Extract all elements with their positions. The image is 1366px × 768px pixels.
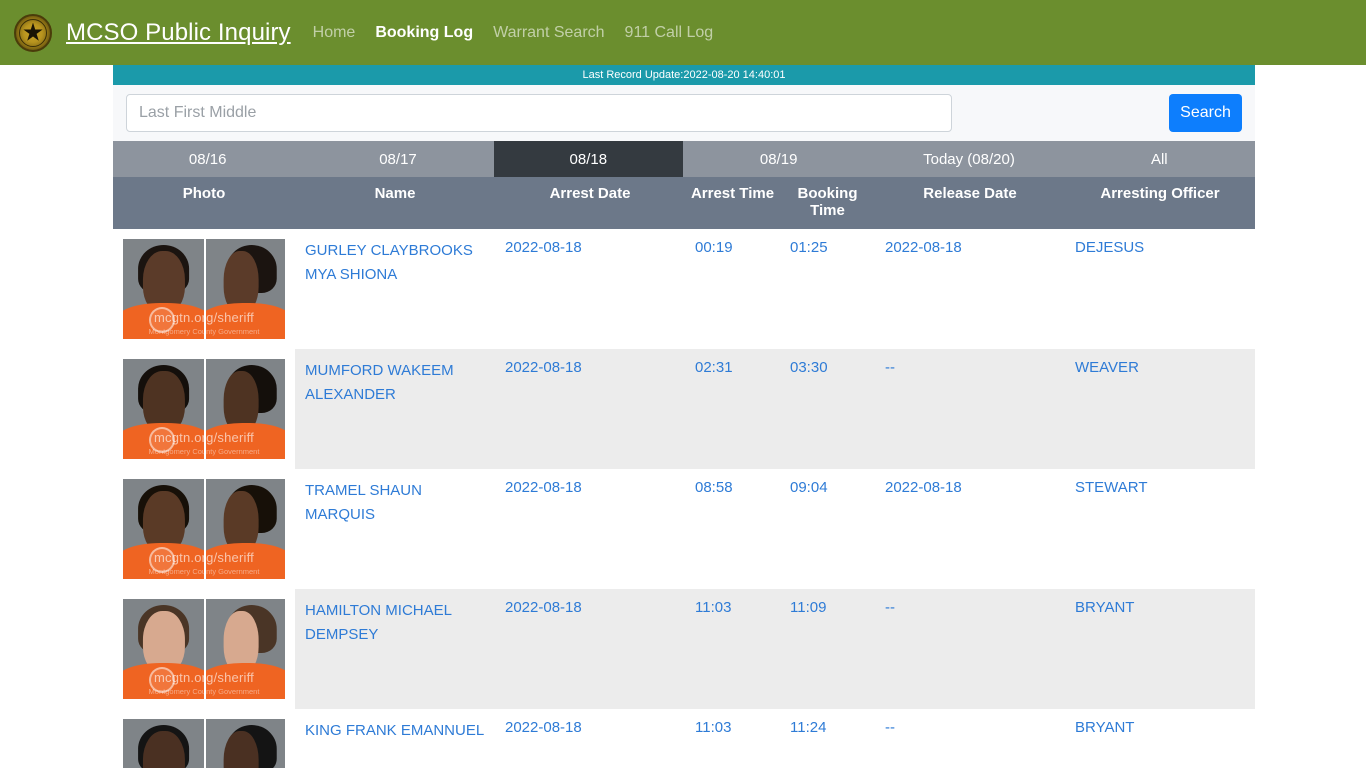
nav-link-warrant-search[interactable]: Warrant Search bbox=[493, 24, 604, 42]
column-header-name[interactable]: Name bbox=[295, 177, 495, 229]
inmate-name-link[interactable]: HAMILTON MICHAEL DEMPSEY bbox=[305, 599, 487, 647]
cell-arrest-time: 11:03 bbox=[685, 589, 780, 709]
cell-name[interactable]: GURLEY CLAYBROOKS MYA SHIONA bbox=[295, 229, 495, 349]
cell-arresting-officer: STEWART bbox=[1065, 469, 1255, 589]
column-header-photo[interactable]: Photo bbox=[113, 177, 295, 229]
cell-arresting-officer: WEAVER bbox=[1065, 349, 1255, 469]
table-row[interactable]: mcgtn.org/sheriff Montgomery County Gove… bbox=[113, 349, 1255, 469]
table-body: mcgtn.org/sheriff Montgomery County Gove… bbox=[113, 229, 1255, 768]
mugshot-image[interactable]: mcgtn.org/sheriff Montgomery County Gove… bbox=[123, 239, 285, 339]
mugshot-profile bbox=[204, 479, 285, 579]
nav-link-booking-log[interactable]: Booking Log bbox=[375, 24, 473, 42]
cell-photo[interactable]: mcgtn.org/sheriff Montgomery County Gove… bbox=[113, 589, 295, 709]
inmate-name-link[interactable]: GURLEY CLAYBROOKS MYA SHIONA bbox=[305, 239, 487, 287]
inmate-name-link[interactable]: MUMFORD WAKEEM ALEXANDER bbox=[305, 359, 487, 407]
mugshot-profile bbox=[204, 719, 285, 768]
mugshot-image[interactable]: mcgtn.org/sheriff Montgomery County Gove… bbox=[123, 719, 285, 768]
cell-booking-time: 09:04 bbox=[780, 469, 875, 589]
seal-icon bbox=[148, 307, 175, 333]
column-header-arrest-date[interactable]: Arrest Date bbox=[495, 177, 685, 229]
mugshot-profile bbox=[204, 599, 285, 699]
table-row[interactable]: mcgtn.org/sheriff Montgomery County Gove… bbox=[113, 469, 1255, 589]
search-input[interactable] bbox=[126, 94, 952, 132]
cell-booking-time: 03:30 bbox=[780, 349, 875, 469]
mugshot-image[interactable]: mcgtn.org/sheriff Montgomery County Gove… bbox=[123, 479, 285, 579]
mugshot-image[interactable]: mcgtn.org/sheriff Montgomery County Gove… bbox=[123, 599, 285, 699]
cell-release-date: -- bbox=[875, 709, 1065, 768]
cell-arrest-time: 02:31 bbox=[685, 349, 780, 469]
jumpsuit-shape bbox=[206, 543, 285, 579]
cell-arrest-date: 2022-08-18 bbox=[495, 709, 685, 768]
search-form: Search bbox=[113, 85, 1255, 141]
table-header: Photo Name Arrest Date Arrest Time Booki… bbox=[113, 177, 1255, 229]
cell-arrest-time: 00:19 bbox=[685, 229, 780, 349]
last-record-update-bar: Last Record Update:2022-08-20 14:40:01 bbox=[113, 65, 1255, 85]
jumpsuit-shape bbox=[206, 303, 285, 339]
brand-title[interactable]: MCSO Public Inquiry bbox=[66, 19, 291, 47]
cell-arrest-date: 2022-08-18 bbox=[495, 589, 685, 709]
column-header-arrest-time[interactable]: Arrest Time bbox=[685, 177, 780, 229]
cell-arrest-date: 2022-08-18 bbox=[495, 349, 685, 469]
cell-arresting-officer: BRYANT bbox=[1065, 589, 1255, 709]
top-navbar: MCSO Public Inquiry Home Booking Log War… bbox=[0, 0, 1366, 65]
cell-name[interactable]: HAMILTON MICHAEL DEMPSEY bbox=[295, 589, 495, 709]
cell-arresting-officer: BRYANT bbox=[1065, 709, 1255, 768]
date-tab-0817[interactable]: 08/17 bbox=[303, 141, 494, 177]
search-button[interactable]: Search bbox=[1169, 94, 1242, 132]
date-tab-all[interactable]: All bbox=[1064, 141, 1255, 177]
inmate-name-link[interactable]: KING FRANK EMANNUEL bbox=[305, 719, 487, 743]
column-header-arresting-officer[interactable]: Arresting Officer bbox=[1065, 177, 1255, 229]
cell-arrest-time: 08:58 bbox=[685, 469, 780, 589]
jumpsuit-shape bbox=[206, 663, 285, 699]
cell-booking-time: 11:09 bbox=[780, 589, 875, 709]
cell-booking-time: 01:25 bbox=[780, 229, 875, 349]
cell-name[interactable]: TRAMEL SHAUN MARQUIS bbox=[295, 469, 495, 589]
sheriff-badge-icon bbox=[14, 13, 52, 52]
cell-arrest-date: 2022-08-18 bbox=[495, 229, 685, 349]
mugshot-profile bbox=[204, 239, 285, 339]
jumpsuit-shape bbox=[206, 423, 285, 459]
cell-release-date: 2022-08-18 bbox=[875, 469, 1065, 589]
cell-booking-time: 11:24 bbox=[780, 709, 875, 768]
cell-arrest-date: 2022-08-18 bbox=[495, 469, 685, 589]
content-container: Last Record Update:2022-08-20 14:40:01 S… bbox=[113, 65, 1255, 768]
date-tab-today[interactable]: Today (08/20) bbox=[874, 141, 1065, 177]
cell-name[interactable]: KING FRANK EMANNUEL bbox=[295, 709, 495, 768]
date-tabs: 08/16 08/17 08/18 08/19 Today (08/20) Al… bbox=[113, 141, 1255, 177]
column-header-booking-time[interactable]: Booking Time bbox=[780, 177, 875, 229]
mugshot-front bbox=[123, 719, 204, 768]
table-row[interactable]: mcgtn.org/sheriff Montgomery County Gove… bbox=[113, 709, 1255, 768]
seal-icon bbox=[148, 427, 175, 453]
seal-icon bbox=[148, 667, 175, 693]
mugshot-profile bbox=[204, 359, 285, 459]
table-row[interactable]: mcgtn.org/sheriff Montgomery County Gove… bbox=[113, 589, 1255, 709]
seal-icon bbox=[148, 547, 175, 573]
mugshot-image[interactable]: mcgtn.org/sheriff Montgomery County Gove… bbox=[123, 359, 285, 459]
date-tab-0818[interactable]: 08/18 bbox=[493, 141, 684, 177]
date-tab-0819[interactable]: 08/19 bbox=[683, 141, 875, 177]
inmate-name-link[interactable]: TRAMEL SHAUN MARQUIS bbox=[305, 479, 487, 527]
cell-photo[interactable]: mcgtn.org/sheriff Montgomery County Gove… bbox=[113, 709, 295, 768]
cell-arresting-officer: DEJESUS bbox=[1065, 229, 1255, 349]
cell-release-date: -- bbox=[875, 349, 1065, 469]
cell-photo[interactable]: mcgtn.org/sheriff Montgomery County Gove… bbox=[113, 469, 295, 589]
nav-links: Home Booking Log Warrant Search 911 Call… bbox=[313, 24, 714, 42]
table-row[interactable]: mcgtn.org/sheriff Montgomery County Gove… bbox=[113, 229, 1255, 349]
table-header-row: Photo Name Arrest Date Arrest Time Booki… bbox=[113, 177, 1255, 229]
nav-link-911-call-log[interactable]: 911 Call Log bbox=[625, 24, 714, 42]
cell-arrest-time: 11:03 bbox=[685, 709, 780, 768]
column-header-release-date[interactable]: Release Date bbox=[875, 177, 1065, 229]
nav-link-home[interactable]: Home bbox=[313, 24, 356, 42]
booking-log-table: Photo Name Arrest Date Arrest Time Booki… bbox=[113, 177, 1255, 768]
cell-release-date: 2022-08-18 bbox=[875, 229, 1065, 349]
cell-photo[interactable]: mcgtn.org/sheriff Montgomery County Gove… bbox=[113, 349, 295, 469]
cell-name[interactable]: MUMFORD WAKEEM ALEXANDER bbox=[295, 349, 495, 469]
date-tab-0816[interactable]: 08/16 bbox=[113, 141, 304, 177]
cell-release-date: -- bbox=[875, 589, 1065, 709]
cell-photo[interactable]: mcgtn.org/sheriff Montgomery County Gove… bbox=[113, 229, 295, 349]
